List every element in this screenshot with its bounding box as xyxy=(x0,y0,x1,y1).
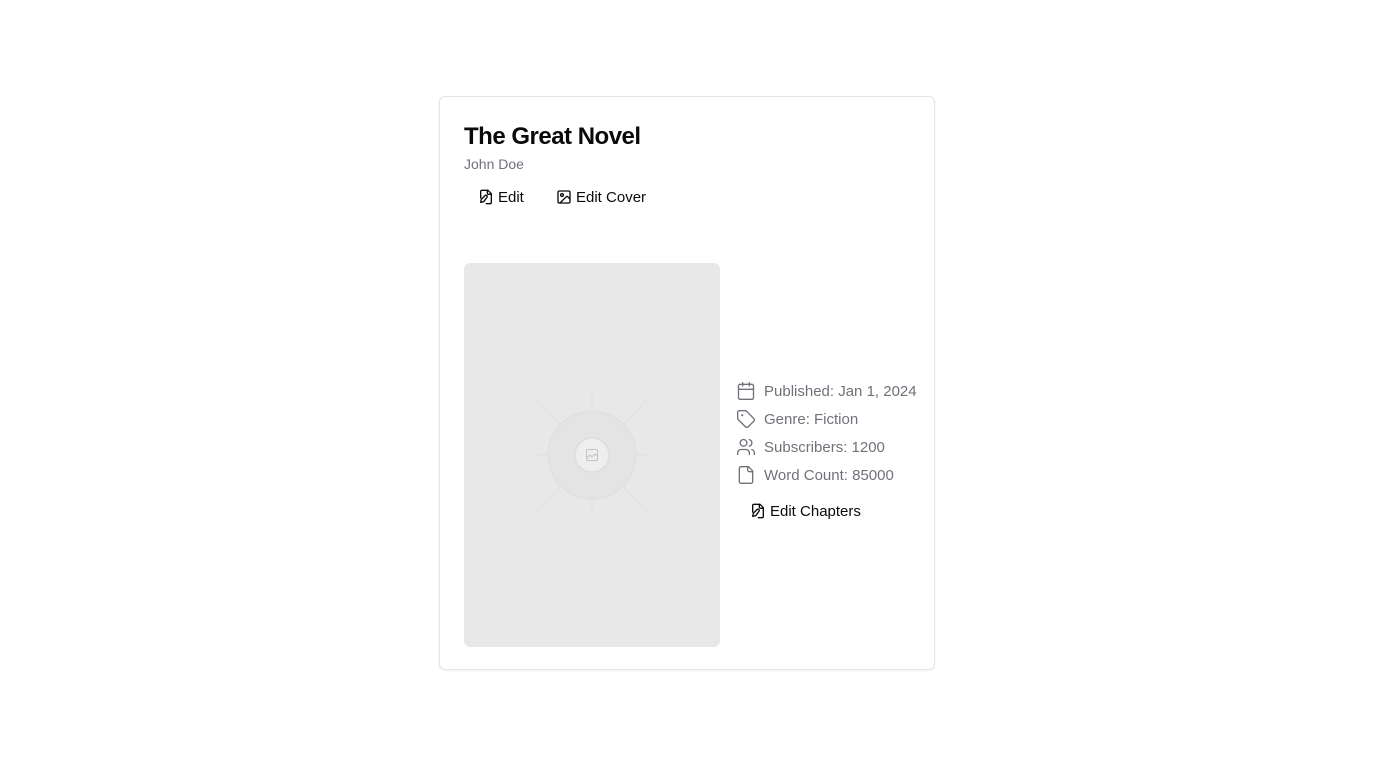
edit-cover-button[interactable]: Edit Cover xyxy=(544,181,658,213)
genre-text: Genre: Fiction xyxy=(764,410,859,428)
users-icon xyxy=(736,437,756,457)
edit-button-label: Edit xyxy=(498,188,524,206)
file-pen-icon xyxy=(478,189,494,205)
published-text: Published: Jan 1, 2024 xyxy=(764,382,917,400)
edit-cover-button-label: Edit Cover xyxy=(576,188,647,206)
book-metadata: Published: Jan 1, 2024 Genre: Fiction Su… xyxy=(736,377,917,489)
subscribers-text: Subscribers: 1200 xyxy=(764,438,885,456)
book-title: The Great Novel xyxy=(464,123,641,150)
file-icon xyxy=(736,465,756,485)
image-placeholder-icon xyxy=(534,393,650,513)
tag-icon xyxy=(736,409,756,429)
book-author: John Doe xyxy=(464,156,524,172)
image-icon xyxy=(556,189,572,205)
genre-row: Genre: Fiction xyxy=(736,405,917,433)
file-pen-icon xyxy=(750,503,766,519)
published-row: Published: Jan 1, 2024 xyxy=(736,377,917,405)
subscribers-row: Subscribers: 1200 xyxy=(736,433,917,461)
edit-chapters-button-label: Edit Chapters xyxy=(770,502,861,520)
word-count-text: Word Count: 85000 xyxy=(764,466,894,484)
book-cover-placeholder xyxy=(464,263,720,647)
edit-button[interactable]: Edit xyxy=(466,181,536,213)
word-count-row: Word Count: 85000 xyxy=(736,461,917,489)
book-card: The Great Novel John Doe Edit Edit Cover xyxy=(439,96,935,670)
edit-chapters-button[interactable]: Edit Chapters xyxy=(738,495,873,527)
calendar-icon xyxy=(736,381,756,401)
